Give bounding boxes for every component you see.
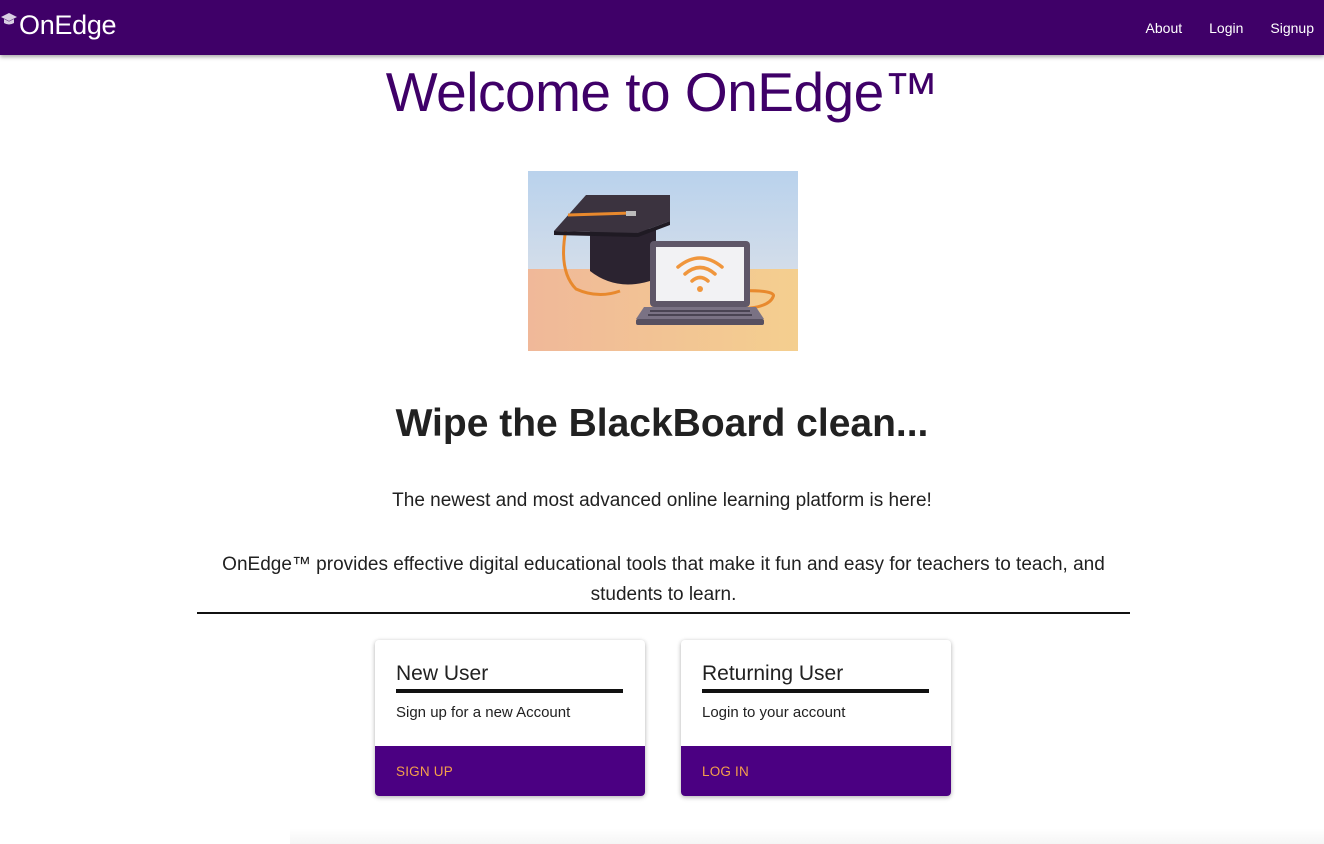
new-user-title-underline: [396, 689, 623, 693]
hero-tagline: The newest and most advanced online lear…: [392, 490, 932, 511]
new-user-action-bar: SIGN UP: [375, 746, 645, 796]
new-user-card: New User Sign up for a new Account SIGN …: [375, 640, 645, 796]
top-navbar: OnEdge About Login Signup: [0, 0, 1324, 55]
returning-user-card: Returning User Login to your account LOG…: [681, 640, 951, 796]
new-user-title: New User: [396, 662, 489, 685]
brand-link[interactable]: OnEdge: [0, 0, 117, 55]
new-user-text: Sign up for a new Account: [396, 704, 571, 721]
graduation-cap-icon: [0, 0, 18, 34]
hero-illustration: [528, 171, 798, 351]
nav-link-signup[interactable]: Signup: [1270, 20, 1314, 36]
returning-user-text: Login to your account: [702, 704, 846, 721]
log-in-button[interactable]: LOG IN: [702, 764, 749, 779]
section-divider: [197, 612, 1130, 614]
page-title: Welcome to OnEdge™: [385, 61, 939, 123]
hero-subtitle: Wipe the BlackBoard clean...: [395, 402, 929, 445]
sign-up-button[interactable]: SIGN UP: [396, 764, 453, 779]
brand-name: OnEdge: [19, 10, 117, 40]
returning-user-title-underline: [702, 689, 929, 693]
footer-shadow: [290, 828, 1324, 844]
hero-description: OnEdge™ provides effective digital educa…: [222, 554, 1105, 605]
returning-user-action-bar: LOG IN: [681, 746, 951, 796]
nav-link-login[interactable]: Login: [1209, 20, 1243, 36]
nav-link-about[interactable]: About: [1146, 20, 1183, 36]
returning-user-title: Returning User: [702, 662, 844, 685]
nav-links: About Login Signup: [1119, 0, 1324, 55]
